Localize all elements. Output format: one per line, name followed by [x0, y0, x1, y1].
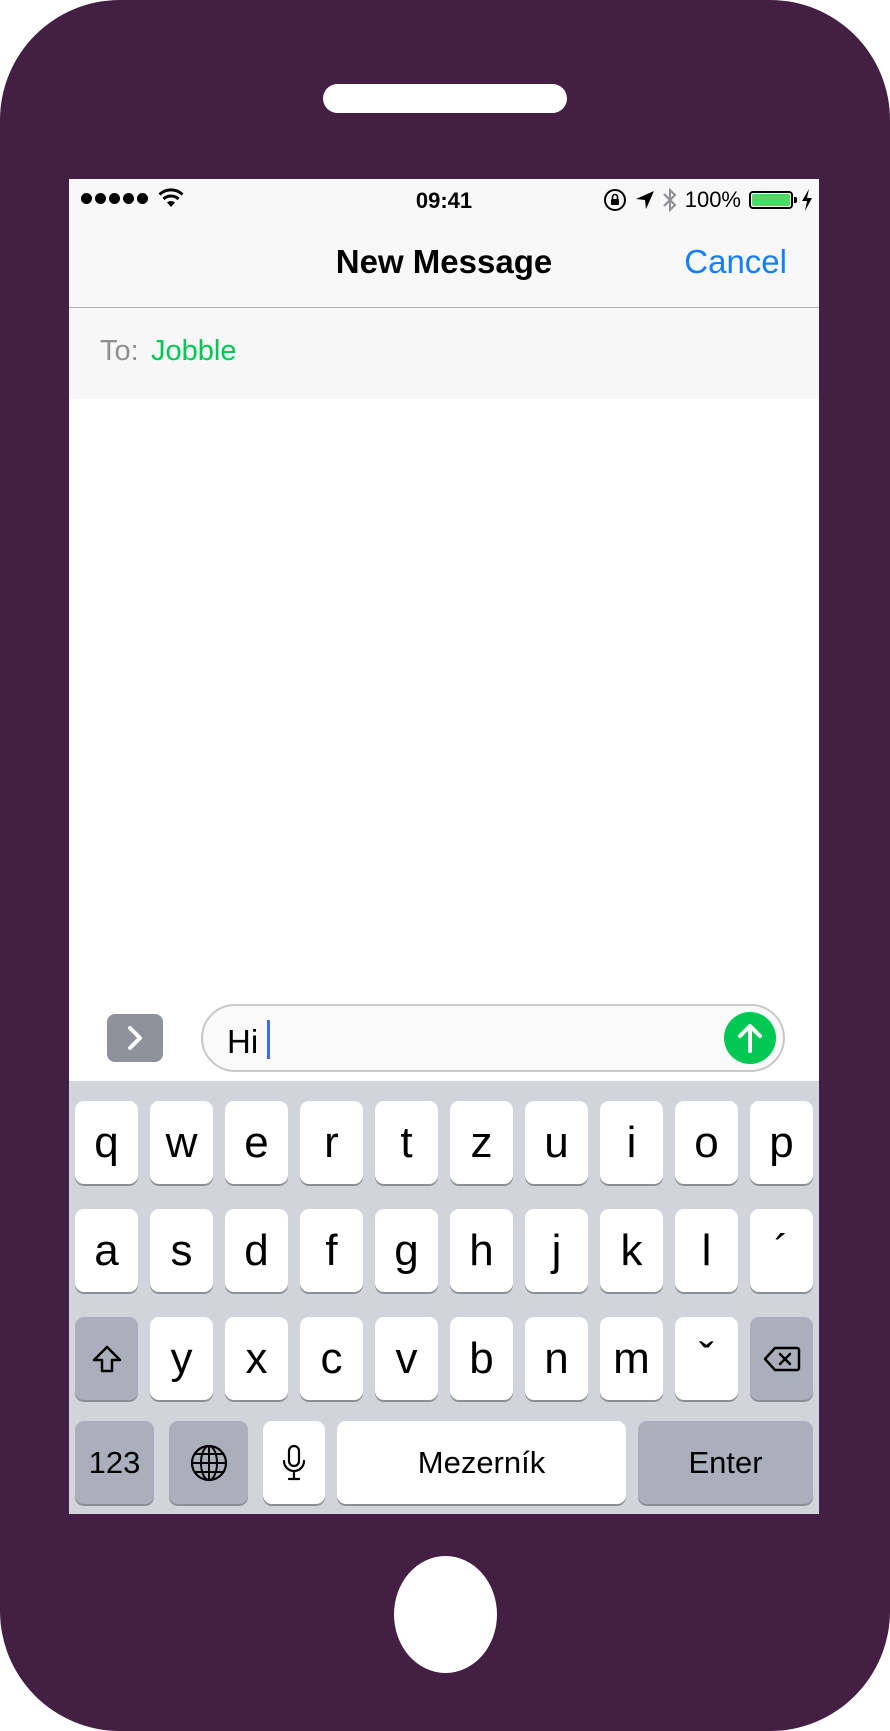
shift-key[interactable]	[75, 1317, 138, 1400]
status-bar: 09:41 100%	[69, 179, 819, 219]
key-caron[interactable]: ˇ	[675, 1317, 738, 1400]
key-s[interactable]: s	[150, 1209, 213, 1292]
key-c[interactable]: c	[300, 1317, 363, 1400]
key-z[interactable]: z	[450, 1101, 513, 1184]
key-d[interactable]: d	[225, 1209, 288, 1292]
enter-key[interactable]: Enter	[638, 1421, 813, 1504]
key-n[interactable]: n	[525, 1317, 588, 1400]
recipient-field[interactable]: To: Jobble	[69, 308, 819, 399]
message-input[interactable]: Hi	[201, 1004, 785, 1072]
speaker-grille	[323, 84, 567, 113]
send-arrow-icon	[738, 1024, 762, 1053]
key-acute-accent[interactable]: ´	[750, 1209, 813, 1292]
key-q[interactable]: q	[75, 1101, 138, 1184]
battery-percent: 100%	[684, 187, 741, 212]
key-o[interactable]: o	[675, 1101, 738, 1184]
key-x[interactable]: x	[225, 1317, 288, 1400]
charging-icon	[802, 189, 812, 211]
microphone-icon	[282, 1444, 306, 1480]
location-icon	[635, 191, 654, 209]
backspace-icon	[763, 1346, 800, 1371]
send-button[interactable]	[724, 1012, 776, 1064]
cancel-button[interactable]: Cancel	[684, 243, 787, 281]
key-j[interactable]: j	[525, 1209, 588, 1292]
recipient-token[interactable]: Jobble	[151, 335, 236, 368]
key-g[interactable]: g	[375, 1209, 438, 1292]
dictation-key[interactable]	[263, 1421, 325, 1504]
key-k[interactable]: k	[600, 1209, 663, 1292]
key-l[interactable]: l	[675, 1209, 738, 1292]
key-w[interactable]: w	[150, 1101, 213, 1184]
key-e[interactable]: e	[225, 1101, 288, 1184]
key-b[interactable]: b	[450, 1317, 513, 1400]
key-p[interactable]: p	[750, 1101, 813, 1184]
key-v[interactable]: v	[375, 1317, 438, 1400]
globe-icon	[190, 1444, 227, 1481]
space-key[interactable]: Mezerník	[337, 1421, 626, 1504]
key-i[interactable]: i	[600, 1101, 663, 1184]
screen: 09:41 100% New Message Cancel To: Jobble…	[69, 179, 819, 1514]
chevron-right-icon	[128, 1026, 142, 1050]
backspace-key[interactable]	[750, 1317, 813, 1400]
key-h[interactable]: h	[450, 1209, 513, 1292]
text-cursor	[267, 1020, 270, 1059]
bluetooth-icon	[663, 187, 677, 213]
home-button[interactable]	[394, 1556, 497, 1673]
key-u[interactable]: u	[525, 1101, 588, 1184]
to-label: To:	[100, 335, 139, 367]
shift-icon	[92, 1345, 121, 1372]
keyboard: q w e r t z u i o p a s d f g h j k l ´	[69, 1081, 819, 1514]
numbers-key[interactable]: 123	[75, 1421, 154, 1504]
key-y[interactable]: y	[150, 1317, 213, 1400]
navigation-bar: New Message Cancel	[69, 219, 819, 308]
expand-apps-button[interactable]	[107, 1014, 163, 1062]
battery-icon	[749, 191, 797, 209]
key-r[interactable]: r	[300, 1101, 363, 1184]
message-input-text: Hi	[227, 1023, 259, 1060]
key-m[interactable]: m	[600, 1317, 663, 1400]
globe-key[interactable]	[169, 1421, 248, 1504]
phone-frame: 09:41 100% New Message Cancel To: Jobble…	[0, 0, 890, 1731]
orientation-lock-icon	[603, 189, 626, 211]
key-f[interactable]: f	[300, 1209, 363, 1292]
key-t[interactable]: t	[375, 1101, 438, 1184]
status-indicators: 100%	[603, 187, 813, 213]
key-a[interactable]: a	[75, 1209, 138, 1292]
